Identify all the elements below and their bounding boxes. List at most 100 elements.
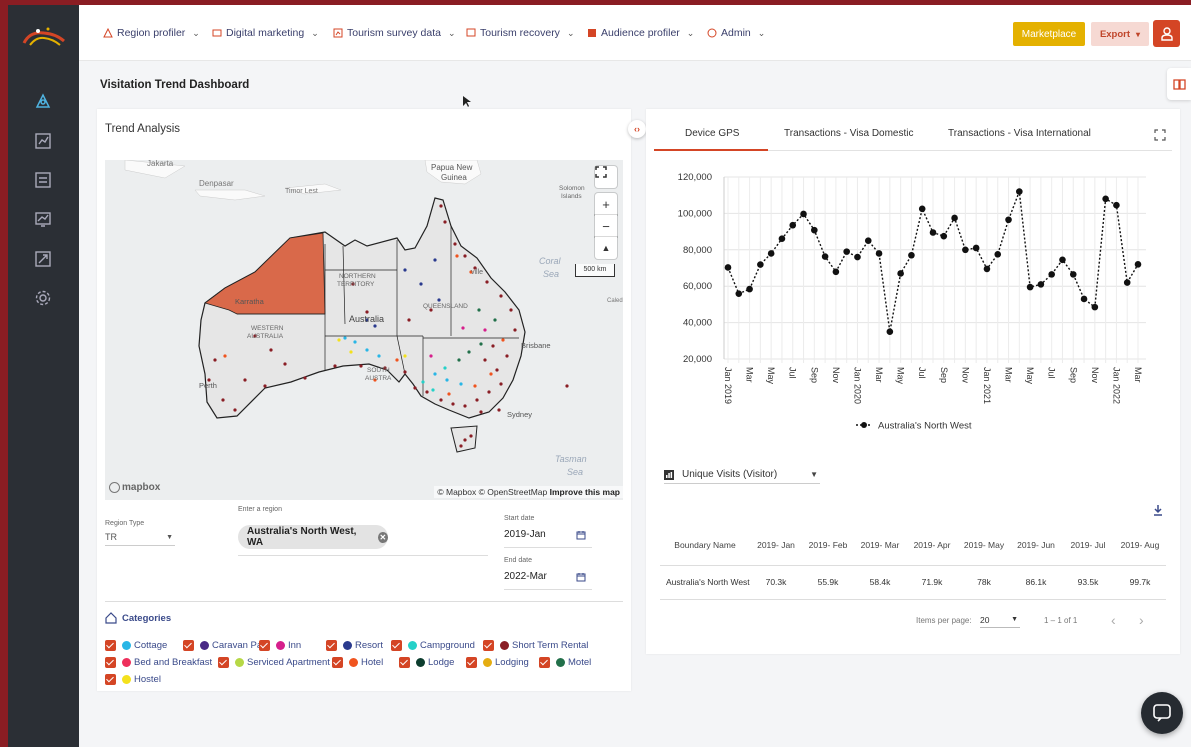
user-account-button[interactable] — [1153, 20, 1180, 47]
category-item[interactable]: Lodge — [399, 657, 454, 668]
tab-visa-international[interactable]: Transactions - Visa International — [948, 128, 1091, 139]
nav-digital-marketing[interactable]: Digital marketing ⌄ — [212, 27, 319, 39]
category-item[interactable]: Inn — [259, 640, 301, 651]
category-label: Lodging — [495, 657, 529, 668]
map-canvas: Jakarta Denpasar Timor Lest Papua New Gu… — [105, 160, 623, 500]
calendar-icon[interactable] — [576, 572, 586, 582]
map-pin-icon[interactable] — [33, 91, 53, 111]
table-cell: 99.7k — [1114, 565, 1166, 600]
mapbox-logo[interactable]: mapbox — [109, 482, 160, 493]
x-tick-label: Jul — [1047, 367, 1057, 379]
table-header-cell[interactable]: 2019- May — [958, 527, 1010, 566]
download-icon[interactable] — [1152, 504, 1164, 516]
trend-icon[interactable] — [33, 209, 53, 229]
settings-gear-icon[interactable] — [33, 288, 53, 308]
category-item[interactable]: Hotel — [332, 657, 383, 668]
x-tick-label: Jul — [917, 367, 927, 379]
table-header-cell[interactable]: 2019- Jul — [1062, 527, 1114, 566]
checkbox[interactable] — [326, 640, 337, 651]
category-item[interactable]: Campground — [391, 640, 475, 651]
tab-device-gps[interactable]: Device GPS — [685, 128, 739, 139]
data-point — [983, 265, 991, 273]
table-header-cell[interactable]: 2019- Feb — [802, 527, 854, 566]
compass-button[interactable]: ▲ — [595, 237, 617, 259]
checkbox[interactable] — [483, 640, 494, 651]
y-tick-label: 20,000 — [683, 354, 712, 365]
table-header-cell[interactable]: Boundary Name — [660, 527, 750, 566]
improve-map-link[interactable]: Improve this map — [550, 487, 620, 497]
category-item[interactable]: Cottage — [105, 640, 167, 651]
category-item[interactable]: Resort — [326, 640, 383, 651]
pin-icon — [103, 28, 113, 38]
category-item[interactable]: Hostel — [105, 674, 161, 685]
checkbox[interactable] — [391, 640, 402, 651]
nav-tourism-recovery[interactable]: Tourism recovery ⌄ — [466, 27, 574, 39]
chevron-down-icon: ▾ — [1136, 29, 1141, 39]
category-item[interactable]: Caravan Park — [183, 640, 270, 651]
region-type-select[interactable]: TR ▼ — [105, 532, 175, 546]
chat-support-button[interactable] — [1141, 692, 1183, 734]
report-icon[interactable] — [33, 131, 53, 151]
next-page-button[interactable]: › — [1139, 612, 1144, 628]
table-header-cell[interactable]: 2019- Mar — [854, 527, 906, 566]
checkbox[interactable] — [105, 640, 116, 651]
marketplace-button[interactable]: Marketplace — [1013, 22, 1085, 46]
category-item[interactable]: Motel — [539, 657, 591, 668]
checkbox[interactable] — [539, 657, 550, 668]
expand-icon[interactable] — [1154, 129, 1166, 141]
attribution-text[interactable]: © Mapbox © OpenStreetMap — [437, 487, 547, 497]
nav-label: Region profiler — [117, 27, 186, 39]
table-cell: Australia's North West — [660, 565, 750, 600]
remove-chip-icon[interactable]: ✕ — [377, 531, 388, 543]
survey-icon[interactable] — [33, 170, 53, 190]
home-icon — [105, 612, 117, 624]
export-tool-icon[interactable] — [33, 249, 53, 269]
nav-tourism-survey-data[interactable]: Tourism survey data ⌄ — [333, 27, 456, 39]
checkbox[interactable] — [105, 657, 116, 668]
zoom-in-button[interactable]: + — [595, 193, 617, 215]
checkbox[interactable] — [399, 657, 410, 668]
checkbox[interactable] — [183, 640, 194, 651]
metric-select[interactable]: Unique Visits (Visitor) ▼ — [664, 466, 820, 484]
table-cell: 86.1k — [1010, 565, 1062, 600]
table-header-cell[interactable]: 2019- Jan — [750, 527, 802, 566]
start-date-input[interactable]: 2019-Jan — [504, 529, 546, 540]
category-label: Serviced Apartment — [247, 657, 330, 668]
nav-region-profiler[interactable]: Region profiler ⌄ — [103, 27, 200, 39]
nav-admin[interactable]: Admin ⌄ — [707, 27, 765, 39]
category-item[interactable]: Bed and Breakfast — [105, 657, 212, 668]
recovery-icon — [466, 28, 476, 37]
data-point — [1080, 295, 1088, 303]
category-item[interactable]: Short Term Rental — [483, 640, 588, 651]
zoom-out-button[interactable]: − — [595, 215, 617, 237]
export-button[interactable]: Export ▾ — [1091, 22, 1149, 46]
tab-visa-domestic[interactable]: Transactions - Visa Domestic — [784, 128, 914, 139]
data-point — [800, 210, 807, 218]
collapse-panel-button[interactable]: ‹› — [628, 120, 646, 138]
y-tick-label: 100,000 — [678, 208, 712, 219]
nav-audience-profiler[interactable]: Audience profiler ⌄ — [587, 27, 694, 39]
fullscreen-button[interactable] — [595, 166, 617, 188]
category-item[interactable]: Serviced Apartment — [218, 657, 330, 668]
table-header-cell[interactable]: 2019- Apr — [906, 527, 958, 566]
map-label-timor: Timor Lest — [285, 188, 318, 195]
y-tick-label: 60,000 — [683, 281, 712, 292]
checkbox[interactable] — [466, 657, 477, 668]
page-size-select[interactable]: 20 ▼ — [980, 614, 1020, 628]
chevron-down-icon: ⌄ — [566, 27, 575, 38]
map-view[interactable]: Jakarta Denpasar Timor Lest Papua New Gu… — [105, 160, 623, 500]
checkbox[interactable] — [332, 657, 343, 668]
x-tick-label: Mar — [1133, 367, 1143, 383]
category-item[interactable]: Lodging — [466, 657, 529, 668]
table-header-cell[interactable]: 2019- Aug — [1114, 527, 1166, 566]
region-chip[interactable]: Australia's North West, WA ✕ — [238, 525, 388, 549]
checkbox[interactable] — [105, 674, 116, 685]
calendar-icon[interactable] — [576, 530, 586, 540]
table-header-cell[interactable]: 2019- Jun — [1010, 527, 1062, 566]
checkbox[interactable] — [259, 640, 270, 651]
checkbox[interactable] — [218, 657, 229, 668]
end-date-input[interactable]: 2022-Mar — [504, 571, 547, 582]
app-logo[interactable] — [20, 23, 68, 51]
guide-book-button[interactable] — [1167, 68, 1191, 100]
previous-page-button[interactable]: ‹ — [1111, 612, 1116, 628]
